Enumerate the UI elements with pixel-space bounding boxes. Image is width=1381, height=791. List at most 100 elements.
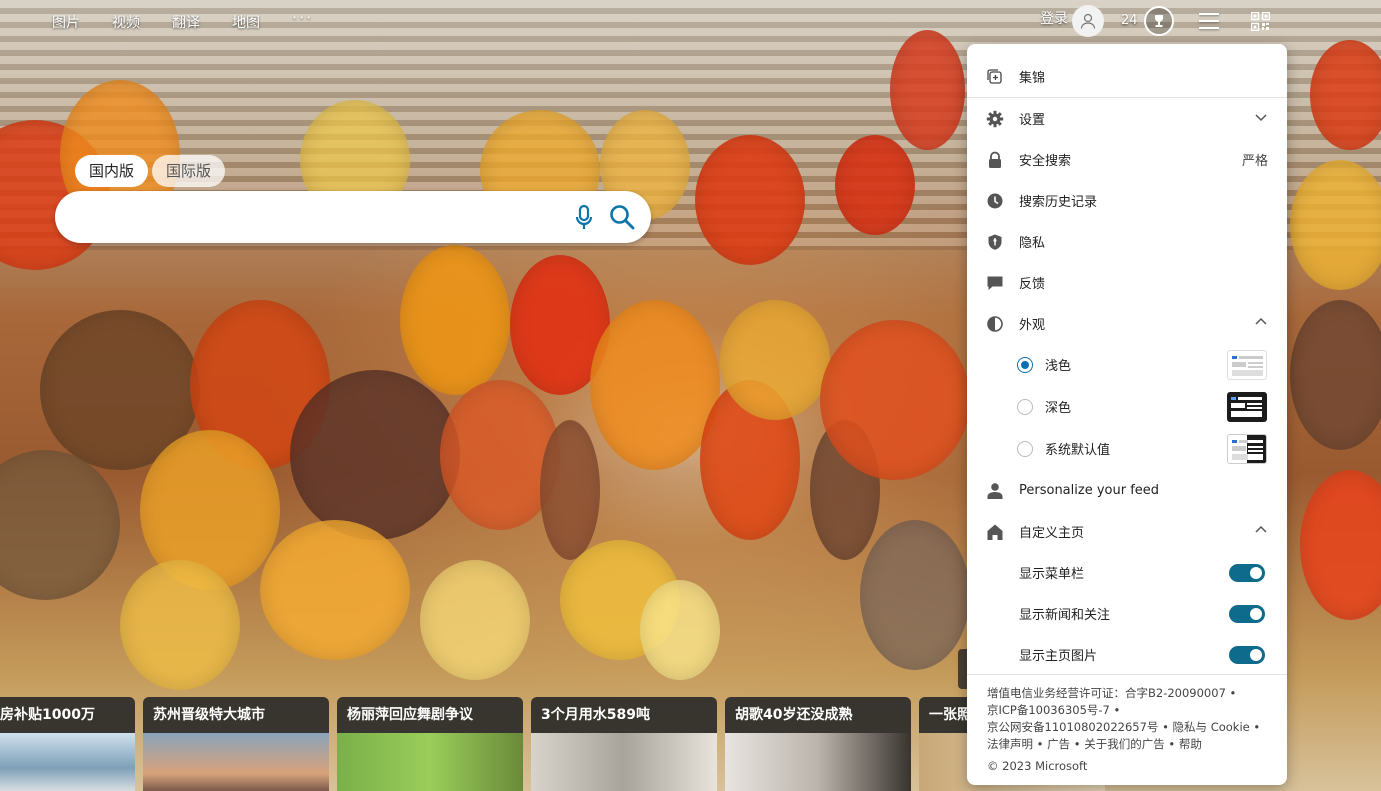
radio-system[interactable] bbox=[1017, 440, 1033, 457]
contrast-icon bbox=[986, 315, 1004, 333]
gear-icon bbox=[986, 110, 1004, 128]
show-news-toggle[interactable] bbox=[1229, 604, 1265, 623]
news-card[interactable]: 杨丽萍回应舞剧争议 bbox=[337, 697, 523, 791]
theme-option-dark[interactable]: 深色 bbox=[967, 386, 1287, 427]
tab-domestic[interactable]: 国内版 bbox=[75, 155, 149, 187]
menu-item-appearance[interactable]: 外观 bbox=[967, 303, 1287, 344]
menu-item-safe-search[interactable]: 安全搜索 严格 bbox=[967, 139, 1287, 180]
legal-link[interactable]: 法律声明 bbox=[987, 737, 1033, 751]
disc bbox=[820, 320, 970, 480]
radio-light[interactable] bbox=[1017, 356, 1033, 373]
footer-line-3: 京公网安备11010802022657号 • 隐私与 Cookie • bbox=[987, 720, 1261, 734]
copyright: © 2023 Microsoft bbox=[987, 759, 1088, 773]
news-scroll-handle[interactable] bbox=[958, 649, 967, 689]
setting-show-news[interactable]: 显示新闻和关注 bbox=[967, 593, 1287, 634]
user-icon bbox=[1080, 13, 1096, 29]
setting-show-home-image[interactable]: 显示主页图片 bbox=[967, 634, 1287, 675]
show-home-image-toggle[interactable] bbox=[1229, 645, 1265, 664]
menu-item-feedback[interactable]: 反馈 bbox=[967, 262, 1287, 303]
disc bbox=[1290, 300, 1381, 450]
chevron-up-icon bbox=[1254, 524, 1268, 539]
news-image bbox=[0, 733, 135, 791]
theme-light-label: 浅色 bbox=[1045, 359, 1072, 374]
news-title: 房补贴1000万 bbox=[0, 697, 135, 733]
privacy-cookie-link[interactable]: 隐私与 Cookie bbox=[1173, 720, 1250, 734]
collections-icon bbox=[986, 68, 1004, 86]
tab-international[interactable]: 国际版 bbox=[152, 155, 226, 187]
feedback-label: 反馈 bbox=[1019, 277, 1046, 292]
dark-theme-preview bbox=[1227, 391, 1267, 422]
microphone-icon[interactable] bbox=[574, 205, 594, 231]
disc bbox=[835, 135, 915, 235]
search-market-tabs: 国内版 国际版 bbox=[75, 155, 226, 187]
login-link[interactable]: 登录 bbox=[1040, 8, 1068, 28]
about-ads-link[interactable]: 关于我们的广告 bbox=[1084, 737, 1165, 751]
disc bbox=[1300, 470, 1381, 620]
menu-button[interactable] bbox=[1199, 13, 1219, 29]
disc bbox=[540, 420, 600, 560]
license-link[interactable]: 增值电信业务经营许可证：合字B2-20090007 bbox=[987, 686, 1226, 700]
news-card[interactable]: 3个月用水589吨 bbox=[531, 697, 717, 791]
icp-link[interactable]: 京ICP备10036305号-7 bbox=[987, 703, 1110, 717]
qr-code-icon[interactable] bbox=[1251, 12, 1270, 31]
menu-item-settings[interactable]: 设置 bbox=[967, 98, 1287, 139]
news-image bbox=[337, 733, 523, 791]
avatar[interactable] bbox=[1072, 5, 1104, 37]
customize-home-label: 自定义主页 bbox=[1019, 526, 1085, 541]
disc bbox=[260, 520, 410, 660]
system-theme-preview bbox=[1227, 433, 1267, 464]
disc bbox=[420, 560, 530, 680]
footer-line-1: 增值电信业务经营许可证：合字B2-20090007 • bbox=[987, 686, 1237, 700]
footer-line-4: 法律声明 • 广告 • 关于我们的广告 • 帮助 bbox=[987, 737, 1202, 751]
appearance-label: 外观 bbox=[1019, 318, 1046, 333]
menu-item-customize-home[interactable]: 自定义主页 bbox=[967, 511, 1287, 552]
light-theme-preview bbox=[1227, 349, 1267, 380]
theme-option-light[interactable]: 浅色 bbox=[967, 344, 1287, 385]
safe-search-value: 严格 bbox=[1241, 154, 1268, 169]
news-image bbox=[143, 733, 329, 791]
menu-item-privacy[interactable]: 隐私 bbox=[967, 221, 1287, 262]
ads-link[interactable]: 广告 bbox=[1047, 737, 1070, 751]
feedback-icon bbox=[986, 274, 1004, 292]
setting-show-menu-bar[interactable]: 显示菜单栏 bbox=[967, 552, 1287, 593]
news-card[interactable]: 苏州晋级特大城市 bbox=[143, 697, 329, 791]
help-link[interactable]: 帮助 bbox=[1179, 737, 1202, 751]
menu-item-search-history[interactable]: 搜索历史记录 bbox=[967, 180, 1287, 221]
menu-icon-bar bbox=[1199, 20, 1219, 22]
search-input[interactable] bbox=[77, 203, 557, 231]
nav-link-videos[interactable]: 视频 bbox=[112, 12, 140, 32]
police-record-link[interactable]: 京公网安备11010802022657号 bbox=[987, 720, 1158, 734]
chevron-up-icon bbox=[1254, 316, 1268, 331]
show-news-label: 显示新闻和关注 bbox=[1019, 608, 1111, 623]
menu-item-collections[interactable]: 集锦 bbox=[967, 56, 1287, 97]
panel-footer: 增值电信业务经营许可证：合字B2-20090007 • 京ICP备1003630… bbox=[967, 674, 1287, 785]
news-card[interactable]: 胡歌40岁还没成熟 bbox=[725, 697, 911, 791]
nav-link-maps[interactable]: 地图 bbox=[232, 12, 260, 32]
news-image bbox=[725, 733, 911, 791]
theme-option-system[interactable]: 系统默认值 bbox=[967, 428, 1287, 469]
show-menu-bar-label: 显示菜单栏 bbox=[1019, 567, 1085, 582]
radio-dark[interactable] bbox=[1017, 398, 1033, 415]
lock-icon bbox=[986, 151, 1004, 169]
nav-more-button[interactable]: ··· bbox=[292, 8, 313, 32]
theme-dark-label: 深色 bbox=[1045, 401, 1072, 416]
safe-search-label: 安全搜索 bbox=[1019, 154, 1072, 169]
search-icon[interactable] bbox=[609, 204, 635, 230]
news-card[interactable]: 房补贴1000万 bbox=[0, 697, 135, 791]
settings-label: 设置 bbox=[1019, 113, 1046, 128]
menu-item-personalize-feed[interactable]: Personalize your feed bbox=[967, 470, 1287, 511]
disc bbox=[890, 30, 965, 150]
clock-icon bbox=[986, 192, 1004, 210]
shield-icon bbox=[986, 233, 1004, 251]
rewards-button[interactable] bbox=[1144, 6, 1174, 36]
collections-label: 集锦 bbox=[1019, 71, 1046, 86]
nav-link-translate[interactable]: 翻译 bbox=[172, 12, 200, 32]
show-menu-bar-toggle[interactable] bbox=[1229, 563, 1265, 582]
theme-system-label: 系统默认值 bbox=[1045, 443, 1111, 458]
disc bbox=[400, 245, 510, 395]
nav-link-images[interactable]: 图片 bbox=[52, 12, 80, 32]
trophy-icon bbox=[1155, 15, 1163, 27]
nav-links: 图片 视频 翻译 地图 ··· bbox=[52, 8, 313, 32]
disc bbox=[290, 370, 460, 540]
show-home-image-label: 显示主页图片 bbox=[1019, 649, 1098, 664]
